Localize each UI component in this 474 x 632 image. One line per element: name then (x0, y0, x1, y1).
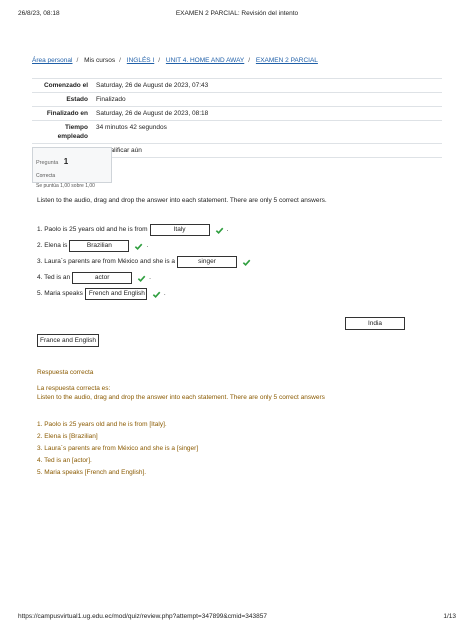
check-icon (137, 274, 146, 283)
check-icon (134, 242, 143, 251)
print-url: https://campusvirtual1.ug.edu.ec/mod/qui… (18, 613, 267, 620)
list-item: 2. Elena is [Brazilian] (37, 433, 98, 440)
breadcrumb-unit4[interactable]: UNIT 4. HOME AND AWAY (166, 57, 244, 64)
drop-zone-answer[interactable]: Italy (149, 224, 210, 236)
breadcrumb-ingles[interactable]: INGLÉS I (127, 57, 154, 64)
summary-value: 34 minutos 42 segundos (92, 120, 442, 144)
list-item: 4. Ted is an [actor]. (37, 457, 92, 464)
statement-3: 3. Laura´s parents are from México and s… (37, 254, 437, 270)
check-icon (242, 258, 251, 267)
summary-value: Saturday, 26 de August de 2023, 08:18 (92, 106, 442, 121)
summary-row: Finalizado en Saturday, 26 de August de … (32, 106, 442, 121)
feedback-intro: La respuesta correcta es: (37, 385, 111, 392)
list-item: 1. Paolo is 25 years old and he is from … (37, 421, 167, 428)
print-title: EXAMEN 2 PARCIAL: Revisión del intento (175, 10, 299, 17)
summary-label: Estado (32, 92, 92, 107)
statement-1: 1. Paolo is 25 years old and he is from … (37, 222, 437, 238)
drop-zone-answer[interactable]: French and English (84, 288, 147, 300)
breadcrumb-area-personal[interactable]: Área personal (32, 57, 72, 64)
question-number: 1 (63, 157, 69, 166)
statement-end: . (146, 242, 149, 249)
print-header: 26/8/23, 08:18 EXAMEN 2 PARCIAL: Revisió… (18, 10, 456, 20)
drop-zone-answer[interactable]: singer (177, 256, 238, 268)
drop-zone-answer[interactable]: Brazilian (69, 240, 130, 252)
breadcrumb-examen[interactable]: EXAMEN 2 PARCIAL (256, 57, 318, 64)
summary-row: Estado Finalizado (32, 92, 442, 107)
summary-label: Finalizado en (32, 106, 92, 121)
question-label: Pregunta (36, 160, 59, 166)
summary-label: Comenzado el (32, 78, 92, 93)
statement-text: 2. Elena is (37, 242, 68, 249)
statement-text: 3. Laura´s parents are from México and s… (37, 258, 176, 265)
feedback-answer-list: 1. Paolo is 25 years old and he is from … (37, 420, 437, 480)
statement-text: 5. Maria speaks (37, 290, 83, 297)
drag-option-india[interactable]: India (345, 317, 405, 330)
question-text: Listen to the audio, drag and drop the a… (37, 197, 327, 204)
statement-4: 4. Ted is an actor . (37, 270, 437, 286)
attempt-summary-table: Comenzado el Saturday, 26 de August de 2… (32, 78, 442, 158)
breadcrumb-mis-cursos: Mis cursos (84, 57, 116, 64)
print-footer: https://campusvirtual1.ug.edu.ec/mod/qui… (18, 613, 456, 623)
statement-text: 1. Paolo is 25 years old and he is from (37, 226, 148, 233)
feedback-title: Respuesta correcta (37, 369, 94, 376)
summary-row: Tiempo empleado 34 minutos 42 segundos (32, 120, 442, 144)
statement-5: 5. Maria speaks French and English . (37, 286, 437, 302)
check-icon (152, 290, 161, 299)
summary-row: Comenzado el Saturday, 26 de August de 2… (32, 78, 442, 93)
list-item: 3. Laura´s parents are from México and s… (37, 445, 199, 452)
drop-zone-answer[interactable]: actor (72, 272, 133, 284)
statement-end: . (149, 274, 151, 281)
statement-2: 2. Elena is Brazilian . (37, 238, 437, 254)
drag-option-france-and-english[interactable]: France and English (37, 334, 99, 347)
statement-text: 4. Ted is an (37, 274, 71, 281)
summary-value: Saturday, 26 de August de 2023, 07:43 (92, 78, 442, 93)
question-state: Correcta (36, 173, 56, 179)
print-page-number: 1/13 (443, 613, 456, 620)
feedback-text: Listen to the audio, drag and drop the a… (37, 394, 325, 401)
question-content: Listen to the audio, drag and drop the a… (37, 197, 437, 302)
summary-value: Sin calificar aún (92, 143, 442, 158)
breadcrumb: Área personal / Mis cursos / INGLÉS I / UNI… (32, 57, 318, 64)
feedback-section: Respuesta correcta La respuesta correcta… (37, 369, 437, 480)
summary-label: Tiempo empleado (32, 120, 92, 144)
question-grade: Se puntúa 1,00 sobre 1,00 (36, 183, 95, 189)
list-item: 5. Maria speaks [French and English]. (37, 469, 147, 476)
question-info-box: Pregunta 1 Correcta Se puntúa 1,00 sobre… (32, 147, 112, 189)
statement-end: . (163, 290, 166, 297)
check-icon (215, 226, 224, 235)
summary-value: Finalizado (92, 92, 442, 107)
statement-end: . (226, 226, 229, 233)
